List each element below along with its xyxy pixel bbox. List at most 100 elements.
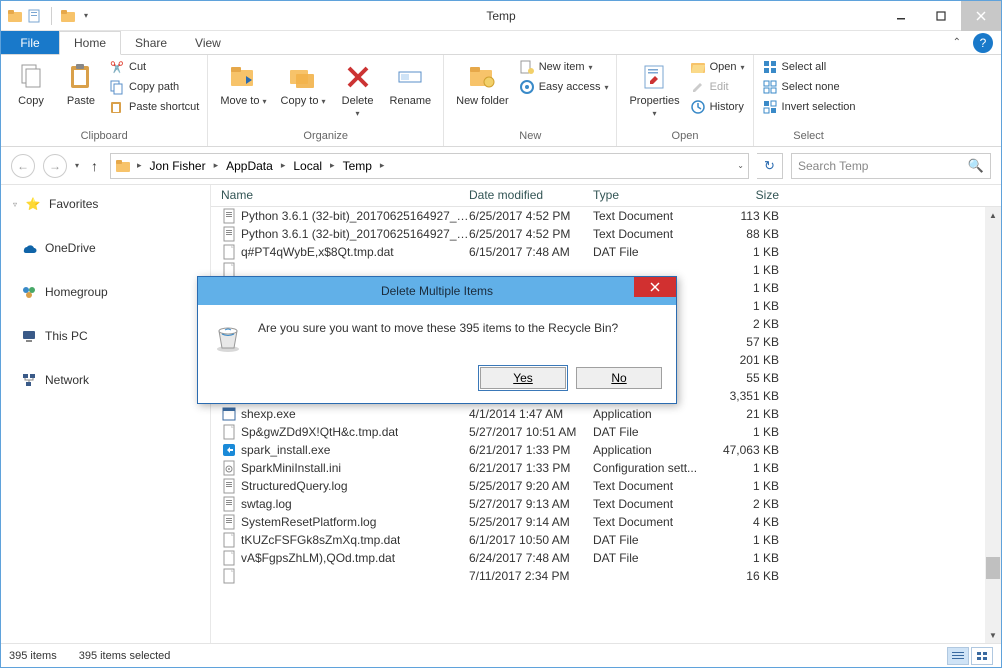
chevron-right-icon[interactable]: ▸ — [378, 160, 387, 171]
file-row[interactable]: Python 3.6.1 (32-bit)_20170625164927_00.… — [211, 207, 1001, 225]
edit-button[interactable]: Edit — [690, 79, 745, 95]
file-name: spark_install.exe — [241, 443, 330, 457]
file-row[interactable]: shexp.exe4/1/2014 1:47 AMApplication21 K… — [211, 405, 1001, 423]
edit-icon — [690, 79, 706, 95]
scroll-thumb[interactable] — [986, 557, 1000, 579]
qat-newfolder-icon[interactable] — [60, 8, 76, 24]
collapse-ribbon-icon[interactable]: ⌃ — [945, 31, 969, 54]
crumb-2[interactable]: Local — [291, 159, 324, 173]
new-item-button[interactable]: New item ▾ — [519, 59, 609, 75]
address-bar[interactable]: ▸ Jon Fisher▸ AppData▸ Local▸ Temp▸ ⌄ — [110, 153, 749, 179]
large-icons-view-button[interactable] — [971, 647, 993, 665]
file-name: tKUZcFSFGk8sZmXq.tmp.dat — [241, 533, 400, 547]
crumb-3[interactable]: Temp — [341, 159, 374, 173]
yes-button[interactable]: Yes — [480, 367, 566, 389]
copy-to-button[interactable]: Copy to ▾ — [277, 59, 330, 109]
column-name[interactable]: Name — [217, 188, 469, 202]
tab-file[interactable]: File — [1, 31, 59, 54]
qat-dropdown-icon[interactable]: ▾ — [80, 11, 92, 20]
vertical-scrollbar[interactable]: ▲ ▼ — [985, 207, 1001, 643]
ribbon-tabs: File Home Share View ⌃ ? — [1, 31, 1001, 55]
file-size: 1 KB — [713, 299, 787, 313]
easy-access-button[interactable]: Easy access ▾ — [519, 79, 609, 95]
close-button[interactable] — [961, 1, 1001, 31]
file-row[interactable]: vA$FgpsZhLM),QOd.tmp.dat6/24/2017 7:48 A… — [211, 549, 1001, 567]
column-date[interactable]: Date modified — [469, 188, 593, 202]
select-all-button[interactable]: Select all — [762, 59, 856, 75]
file-row[interactable]: SystemResetPlatform.log5/25/2017 9:14 AM… — [211, 513, 1001, 531]
file-row[interactable]: Sp&gwZDd9X!QtH&c.tmp.dat5/27/2017 10:51 … — [211, 423, 1001, 441]
scroll-up-icon[interactable]: ▲ — [985, 207, 1001, 223]
file-row[interactable]: StructuredQuery.log5/25/2017 9:20 AMText… — [211, 477, 1001, 495]
sidebar-item-onedrive[interactable]: OneDrive — [1, 235, 210, 261]
dialog-title-bar[interactable]: Delete Multiple Items — [198, 277, 676, 305]
file-row[interactable]: spark_install.exe6/21/2017 1:33 PMApplic… — [211, 441, 1001, 459]
file-row[interactable]: tKUZcFSFGk8sZmXq.tmp.dat6/1/2017 10:50 A… — [211, 531, 1001, 549]
details-view-button[interactable] — [947, 647, 969, 665]
tab-view[interactable]: View — [181, 31, 235, 54]
crumb-0[interactable]: Jon Fisher — [148, 159, 208, 173]
back-button[interactable]: ← — [11, 154, 35, 178]
navigation-pane: ▿ ⭐ Favorites OneDrive Homegroup This PC… — [1, 185, 211, 643]
file-date: 5/27/2017 9:13 AM — [469, 497, 593, 511]
file-row[interactable]: q#PT4qWybE,x$8Qt.tmp.dat6/15/2017 7:48 A… — [211, 243, 1001, 261]
address-dropdown-icon[interactable]: ⌄ — [737, 161, 744, 170]
file-row[interactable]: 7/11/2017 2:34 PM16 KB — [211, 567, 1001, 585]
help-icon[interactable]: ? — [973, 33, 993, 53]
copy-button[interactable]: Copy — [9, 59, 53, 109]
column-type[interactable]: Type — [593, 188, 713, 202]
title-bar: ▾ Temp — [1, 1, 1001, 31]
rename-icon — [394, 61, 426, 93]
paste-shortcut-button[interactable]: Paste shortcut — [109, 99, 199, 115]
history-button[interactable]: History — [690, 99, 745, 115]
select-none-button[interactable]: Select none — [762, 79, 856, 95]
file-date: 5/25/2017 9:14 AM — [469, 515, 593, 529]
sidebar-item-network[interactable]: Network — [1, 367, 210, 393]
no-button[interactable]: No — [576, 367, 662, 389]
column-size[interactable]: Size — [713, 188, 787, 202]
chevron-right-icon[interactable]: ▸ — [212, 160, 221, 171]
crumb-1[interactable]: AppData — [224, 159, 275, 173]
dialog-close-button[interactable] — [634, 277, 676, 297]
tab-home[interactable]: Home — [59, 31, 121, 55]
rename-button[interactable]: Rename — [386, 59, 436, 109]
group-label: Open — [625, 128, 744, 146]
search-icon[interactable]: 🔍 — [968, 158, 984, 174]
tab-share[interactable]: Share — [121, 31, 181, 54]
new-folder-button[interactable]: New folder — [452, 59, 513, 109]
delete-x-icon — [342, 61, 374, 93]
minimize-button[interactable] — [881, 1, 921, 31]
new-item-icon — [519, 59, 535, 75]
paste-button[interactable]: Paste — [59, 59, 103, 109]
scroll-down-icon[interactable]: ▼ — [985, 627, 1001, 643]
file-list[interactable]: Python 3.6.1 (32-bit)_20170625164927_00.… — [211, 207, 1001, 643]
up-button[interactable]: ↑ — [87, 158, 102, 174]
sidebar-item-thispc[interactable]: This PC — [1, 323, 210, 349]
no-label: No — [611, 371, 626, 385]
column-headers: Name Date modified Type Size — [211, 185, 1001, 207]
maximize-button[interactable] — [921, 1, 961, 31]
recent-locations-icon[interactable]: ▾ — [75, 161, 79, 170]
refresh-button[interactable]: ↻ — [757, 153, 783, 179]
expand-icon[interactable]: ▿ — [13, 200, 17, 209]
chevron-right-icon[interactable]: ▸ — [328, 160, 337, 171]
file-row[interactable]: swtag.log5/27/2017 9:13 AMText Document2… — [211, 495, 1001, 513]
qat-properties-icon[interactable] — [27, 8, 43, 24]
properties-button[interactable]: Properties▾ — [625, 59, 683, 121]
move-to-button[interactable]: Move to ▾ — [216, 59, 270, 109]
file-row[interactable]: Python 3.6.1 (32-bit)_20170625164927_01.… — [211, 225, 1001, 243]
dialog-message: Are you sure you want to move these 395 … — [258, 321, 662, 335]
sidebar-item-homegroup[interactable]: Homegroup — [1, 279, 210, 305]
file-size: 1 KB — [713, 551, 787, 565]
forward-button[interactable]: → — [43, 154, 67, 178]
delete-button[interactable]: Delete▾ — [336, 59, 380, 121]
file-row[interactable]: SparkMiniInstall.ini6/21/2017 1:33 PMCon… — [211, 459, 1001, 477]
invert-selection-button[interactable]: Invert selection — [762, 99, 856, 115]
chevron-right-icon[interactable]: ▸ — [279, 160, 288, 171]
cut-button[interactable]: ✂️Cut — [109, 59, 199, 75]
copy-path-button[interactable]: Copy path — [109, 79, 199, 95]
chevron-right-icon[interactable]: ▸ — [135, 160, 144, 171]
sidebar-item-favorites[interactable]: ▿ ⭐ Favorites — [1, 191, 210, 217]
open-button[interactable]: Open ▾ — [690, 59, 745, 75]
search-box[interactable]: Search Temp 🔍 — [791, 153, 991, 179]
